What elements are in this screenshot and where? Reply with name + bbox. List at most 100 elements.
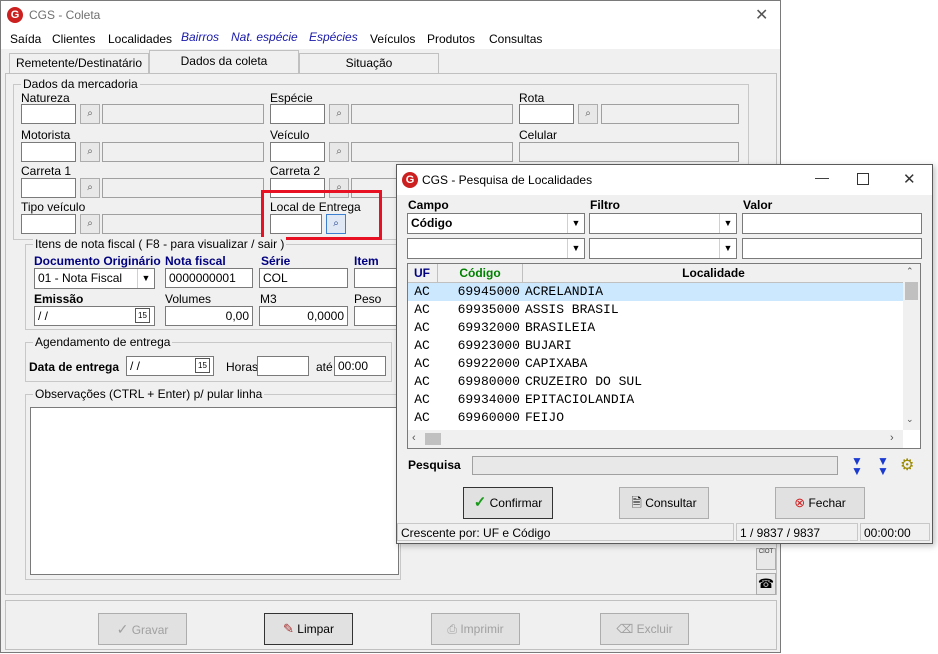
valor-input-2[interactable]: [742, 238, 922, 259]
item-label: Item: [354, 254, 379, 268]
menu-especies[interactable]: Espécies: [309, 30, 358, 44]
cell-localidade: EPITACIOLANDIA: [525, 392, 635, 407]
table-row[interactable]: AC 69923000 BUJARI: [408, 337, 903, 355]
menu-bairros[interactable]: Bairros: [181, 30, 219, 44]
table-row[interactable]: AC 69960000 FEIJO: [408, 409, 903, 427]
minimize-icon[interactable]: —: [815, 169, 829, 185]
sort-down-icon[interactable]: ▼ ▼: [851, 455, 863, 477]
cell-codigo: 69935000: [457, 302, 520, 317]
table-row[interactable]: AC 69922000 CAPIXABA: [408, 355, 903, 373]
carreta1-search-binoculars-icon[interactable]: ⌕: [80, 178, 100, 198]
campo-select-1[interactable]: Código ▼: [407, 213, 585, 234]
scroll-thumb[interactable]: [905, 282, 918, 300]
gravar-button[interactable]: ✓ Gravar: [98, 613, 187, 645]
table-row[interactable]: AC 69934000 EPITACIOLANDIA: [408, 391, 903, 409]
veiculo-input[interactable]: [270, 142, 325, 162]
close-icon[interactable]: ✕: [755, 5, 768, 25]
chevron-down-icon: ▼: [719, 214, 736, 233]
gear-icon[interactable]: ⚙: [900, 455, 914, 475]
observacoes-textarea[interactable]: [30, 407, 399, 575]
cell-localidade: ACRELANDIA: [525, 284, 604, 299]
tipo-veiculo-input[interactable]: [21, 214, 76, 234]
especie-search-binoculars-icon[interactable]: ⌕: [329, 104, 349, 124]
side-ciot-button[interactable]: CIOT: [756, 548, 776, 570]
table-row[interactable]: AC 69935000 ASSIS BRASIL: [408, 301, 903, 319]
maximize-icon[interactable]: [857, 173, 869, 185]
fechar-button[interactable]: ⊗ Fechar: [775, 487, 865, 519]
dialog-close-icon[interactable]: ✕: [903, 170, 916, 188]
volumes-input[interactable]: 0,00: [165, 306, 253, 326]
carreta1-input[interactable]: [21, 178, 76, 198]
menu-saida[interactable]: Saída: [10, 32, 41, 46]
emissao-calendar-icon[interactable]: 15: [135, 308, 150, 323]
filtro-select-2[interactable]: ▼: [589, 238, 737, 259]
grid-header: UF Código Localidade: [408, 264, 903, 283]
consultar-button[interactable]: 🗎 Consultar: [619, 487, 709, 519]
natureza-search-binoculars-icon[interactable]: ⌕: [80, 104, 100, 124]
col-uf-header[interactable]: UF: [408, 264, 436, 282]
sort-last-icon[interactable]: ▼ ▼: [877, 455, 889, 477]
horas-input[interactable]: [257, 356, 309, 376]
limpar-label: Limpar: [297, 622, 334, 636]
motorista-search-binoculars-icon[interactable]: ⌕: [80, 142, 100, 162]
tab-dados-coleta[interactable]: Dados da coleta: [149, 50, 299, 74]
doc-originario-select[interactable]: 01 - Nota Fiscal ▼: [34, 268, 155, 289]
campo-select-2[interactable]: ▼: [407, 238, 585, 259]
imprimir-button[interactable]: ⎙ Imprimir: [431, 613, 520, 645]
scroll-down-icon[interactable]: ⌄: [906, 414, 914, 425]
menu-nat-especie[interactable]: Nat. espécie: [231, 30, 298, 44]
menu-produtos[interactable]: Produtos: [427, 32, 475, 46]
valor-input-1[interactable]: [742, 213, 922, 234]
table-row[interactable]: AC 69945000 ACRELANDIA: [408, 283, 903, 301]
doc-originario-label: Documento Originário: [34, 254, 161, 268]
ate-label: até: [316, 360, 333, 374]
motorista-description: [102, 142, 264, 162]
rota-input[interactable]: [519, 104, 574, 124]
natureza-input[interactable]: [21, 104, 76, 124]
scroll-up-icon[interactable]: ⌃: [906, 266, 914, 277]
pesquisa-input[interactable]: [472, 456, 838, 475]
confirmar-button[interactable]: ✓ Confirmar: [463, 487, 553, 519]
m3-input[interactable]: 0,0000: [259, 306, 348, 326]
scroll-left-icon[interactable]: ‹: [412, 432, 416, 444]
col-localidade-header[interactable]: Localidade: [522, 264, 904, 282]
vertical-scrollbar[interactable]: ⌃ ⌄: [903, 264, 920, 430]
tab-remetente[interactable]: Remetente/Destinatário: [9, 53, 149, 73]
col-codigo-header[interactable]: Código: [437, 264, 522, 282]
menu-veiculos[interactable]: Veículos: [370, 32, 415, 46]
filtro-label: Filtro: [590, 198, 620, 212]
limpar-button[interactable]: ✎ Limpar: [264, 613, 353, 645]
cell-codigo: 69932000: [457, 320, 520, 335]
tab-situacao[interactable]: Situação: [299, 53, 439, 73]
emissao-label: Emissão: [34, 292, 84, 306]
side-user-icon[interactable]: ☎: [756, 573, 776, 595]
peso-input[interactable]: [354, 306, 398, 326]
excluir-button[interactable]: ⌫ Excluir: [600, 613, 689, 645]
consultar-label: Consultar: [645, 496, 697, 510]
tipo-veiculo-search-binoculars-icon[interactable]: ⌕: [80, 214, 100, 234]
filtro-select-1[interactable]: ▼: [589, 213, 737, 234]
carreta2-label: Carreta 2: [270, 164, 321, 178]
menu-consultas[interactable]: Consultas: [489, 32, 542, 46]
broom-icon: ✎: [283, 621, 294, 636]
nota-fiscal-input[interactable]: 0000000001: [165, 268, 253, 288]
data-entrega-calendar-icon[interactable]: 15: [195, 358, 210, 373]
ate-input[interactable]: 00:00: [334, 356, 386, 376]
horizontal-scrollbar[interactable]: ‹ ›: [408, 430, 903, 448]
serie-input[interactable]: COL: [259, 268, 348, 288]
tipo-veiculo-label: Tipo veículo: [21, 200, 86, 214]
celular-input[interactable]: [519, 142, 739, 162]
motorista-input[interactable]: [21, 142, 76, 162]
veiculo-search-binoculars-icon[interactable]: ⌕: [329, 142, 349, 162]
menu-localidades[interactable]: Localidades: [108, 32, 172, 46]
table-row[interactable]: AC 69980000 CRUZEIRO DO SUL: [408, 373, 903, 391]
especie-input[interactable]: [270, 104, 325, 124]
rota-search-binoculars-icon[interactable]: ⌕: [578, 104, 598, 124]
hscroll-thumb[interactable]: [425, 433, 441, 445]
scroll-right-icon[interactable]: ›: [890, 432, 894, 444]
item-input[interactable]: [354, 268, 398, 288]
chevron-down-icon: ▼: [567, 214, 584, 233]
menu-clientes[interactable]: Clientes: [52, 32, 95, 46]
cell-uf: AC: [414, 284, 430, 299]
table-row[interactable]: AC 69932000 BRASILEIA: [408, 319, 903, 337]
